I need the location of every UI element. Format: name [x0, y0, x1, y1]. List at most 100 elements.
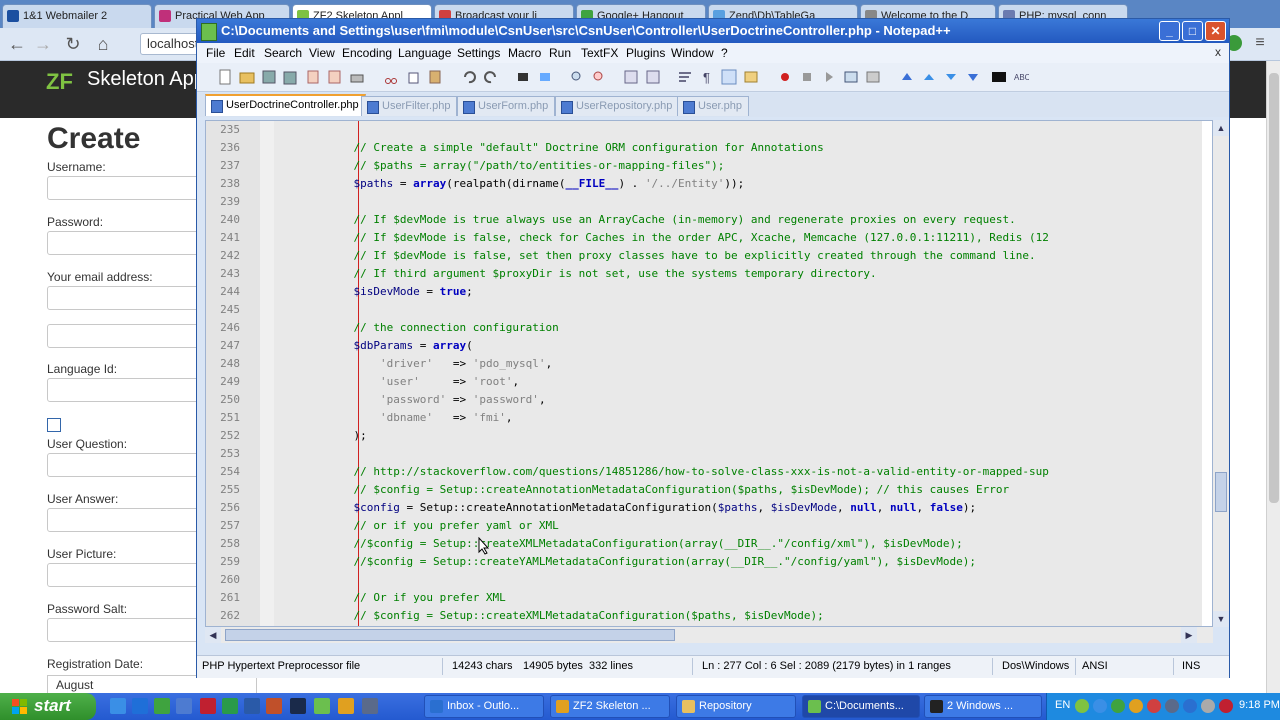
- vertical-scrollbar-thumb[interactable]: [1215, 472, 1227, 512]
- tray-icon[interactable]: [1165, 699, 1179, 713]
- menu-run[interactable]: Run: [549, 46, 571, 60]
- new-file-icon[interactable]: [217, 69, 233, 85]
- scroll-left-arrow-icon[interactable]: ◀: [205, 627, 221, 643]
- quicklaunch-icon[interactable]: [362, 698, 378, 714]
- zoom-out-icon[interactable]: [591, 69, 607, 85]
- console-icon[interactable]: [991, 69, 1007, 85]
- menu-view[interactable]: View: [309, 46, 335, 60]
- code-line[interactable]: // If $devMode is false, check for Cache…: [274, 229, 1048, 247]
- uk-flag-icon[interactable]: [200, 698, 216, 714]
- code-editor[interactable]: 235 236 237 238 239 240 241 242 243 244 245 246 247 2…: [205, 120, 1213, 627]
- taskbar-item[interactable]: Repository: [676, 695, 796, 718]
- question-field[interactable]: [47, 453, 207, 477]
- undo-icon[interactable]: [461, 69, 477, 85]
- code-area[interactable]: // Create a simple "default" Doctrine OR…: [274, 121, 1202, 626]
- code-line[interactable]: //$config = Setup::createYAMLMetadataCon…: [274, 553, 976, 571]
- spellcheck-icon[interactable]: ABC: [1013, 69, 1029, 85]
- menu-encoding[interactable]: Encoding: [342, 46, 392, 60]
- horizontal-scrollbar-thumb[interactable]: [225, 629, 675, 641]
- scroll-down-arrow-icon[interactable]: ▼: [1213, 611, 1229, 627]
- redo-icon[interactable]: [483, 69, 499, 85]
- code-line[interactable]: //$config = Setup::createXMLMetadataConf…: [274, 535, 962, 553]
- move-down-icon[interactable]: [965, 69, 981, 85]
- home-icon[interactable]: ⌂: [92, 33, 114, 55]
- back-arrow-icon[interactable]: ←: [6, 33, 28, 55]
- word-icon[interactable]: [244, 698, 260, 714]
- photoshop-icon[interactable]: [290, 698, 306, 714]
- menu-help[interactable]: ?: [721, 46, 728, 60]
- email-field[interactable]: [47, 286, 207, 310]
- password-field[interactable]: [47, 231, 207, 255]
- tray-icon[interactable]: [1147, 699, 1161, 713]
- code-line[interactable]: // or if you prefer yaml or XML: [274, 517, 558, 535]
- save-icon[interactable]: [261, 69, 277, 85]
- record-macro-icon[interactable]: [777, 69, 793, 85]
- answer-field[interactable]: [47, 508, 207, 532]
- code-line[interactable]: 'driver' => 'pdo_mysql',: [274, 355, 552, 373]
- browser-menu-icon[interactable]: ≡: [1252, 34, 1268, 52]
- language-field[interactable]: [47, 378, 207, 402]
- code-line[interactable]: // http://stackoverflow.com/questions/14…: [274, 463, 1048, 481]
- open-folder-icon[interactable]: [239, 69, 255, 85]
- code-line[interactable]: $paths = array(realpath(dirname(__FILE__…: [274, 175, 744, 193]
- tab-userrepository[interactable]: UserRepository.php: [555, 96, 680, 116]
- tray-icon[interactable]: [1111, 699, 1125, 713]
- replace-icon[interactable]: [537, 69, 553, 85]
- tab-userdoctrinecontroller[interactable]: UserDoctrineController.php: [205, 94, 366, 116]
- taskbar-item[interactable]: Inbox - Outlo...: [424, 695, 544, 718]
- tray-icon[interactable]: [1219, 699, 1233, 713]
- tab-user[interactable]: User.php: [677, 96, 750, 116]
- horizontal-scrollbar[interactable]: ◀ ▶: [205, 627, 1213, 643]
- code-line[interactable]: // If $devMode is true always use an Arr…: [274, 211, 1015, 229]
- find-icon[interactable]: [515, 69, 531, 85]
- reload-icon[interactable]: ↻: [62, 33, 84, 55]
- code-line[interactable]: 'password' => 'password',: [274, 391, 546, 409]
- code-line[interactable]: // If $devMode is false, set then proxy …: [274, 247, 1035, 265]
- month-select[interactable]: August: [47, 675, 257, 695]
- browser-tab[interactable]: 1&1 Webmailer 2: [2, 4, 152, 28]
- print-icon[interactable]: [349, 69, 365, 85]
- close-all-icon[interactable]: [327, 69, 343, 85]
- close-file-icon[interactable]: [305, 69, 321, 85]
- menu-language[interactable]: Language: [398, 46, 451, 60]
- scroll-up-arrow-icon[interactable]: ▲: [1213, 120, 1229, 136]
- play-multiple-icon[interactable]: [843, 69, 859, 85]
- tray-icon[interactable]: [1075, 699, 1089, 713]
- save-all-icon[interactable]: [283, 69, 299, 85]
- show-all-chars-icon[interactable]: ¶: [699, 69, 715, 85]
- username-field[interactable]: [47, 176, 207, 200]
- tab-userform[interactable]: UserForm.php: [457, 96, 556, 116]
- outlook-icon[interactable]: [132, 698, 148, 714]
- chrome-icon[interactable]: [338, 698, 354, 714]
- form-checkbox[interactable]: [47, 418, 61, 432]
- menu-file[interactable]: File: [206, 46, 225, 60]
- code-line[interactable]: 'dbname' => 'fmi',: [274, 409, 512, 427]
- play-macro-icon[interactable]: [821, 69, 837, 85]
- maximize-button[interactable]: □: [1182, 21, 1203, 41]
- menu-settings[interactable]: Settings: [457, 46, 500, 60]
- arrow-down-icon[interactable]: [943, 69, 959, 85]
- stop-macro-icon[interactable]: [799, 69, 815, 85]
- chrome-quicklaunch-icon[interactable]: [154, 698, 170, 714]
- code-line[interactable]: // $config = Setup::createAnnotationMeta…: [274, 481, 1009, 499]
- code-line[interactable]: // $config = Setup::createXMLMetadataCon…: [274, 607, 823, 625]
- arrow-up-icon[interactable]: [921, 69, 937, 85]
- menu-textfx[interactable]: TextFX: [581, 46, 618, 60]
- word-wrap-icon[interactable]: [677, 69, 693, 85]
- start-button[interactable]: start: [0, 693, 96, 720]
- tray-icon[interactable]: [1129, 699, 1143, 713]
- email-confirm-field[interactable]: [47, 324, 207, 348]
- code-line[interactable]: $config = Setup::createAnnotationMetadat…: [274, 499, 976, 517]
- scroll-right-arrow-icon[interactable]: ▶: [1181, 627, 1197, 643]
- code-line[interactable]: $isDevMode = true;: [274, 283, 472, 301]
- taskbar-item[interactable]: ZF2 Skeleton ...: [550, 695, 670, 718]
- menu-edit[interactable]: Edit: [234, 46, 255, 60]
- menu-window[interactable]: Window: [671, 46, 714, 60]
- menu-macro[interactable]: Macro: [508, 46, 541, 60]
- salt-field[interactable]: [47, 618, 207, 642]
- tray-icon[interactable]: [1183, 699, 1197, 713]
- window-titlebar[interactable]: C:\Documents and Settings\user\fmi\modul…: [197, 19, 1229, 43]
- taskbar-item-active[interactable]: C:\Documents...: [802, 695, 920, 718]
- save-macro-icon[interactable]: [865, 69, 881, 85]
- minimize-button[interactable]: _: [1159, 21, 1180, 41]
